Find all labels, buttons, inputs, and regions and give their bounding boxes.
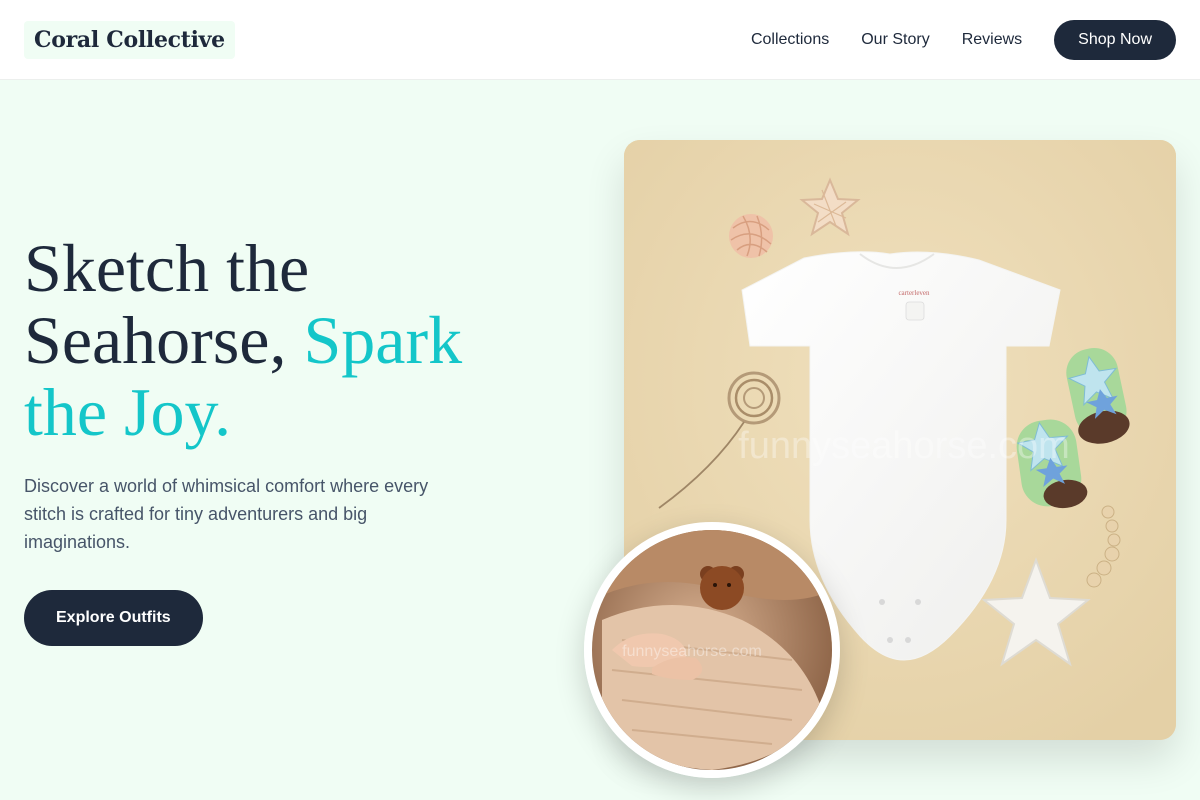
baby-lifestyle-illustration: funnyseahorse.com <box>592 530 832 770</box>
nav-link-our-story[interactable]: Our Story <box>861 31 929 49</box>
brand-logo[interactable]: Coral Collective <box>24 20 235 59</box>
hero-subtext: Discover a world of whimsical comfort wh… <box>24 476 429 552</box>
headline-text: Sketch the Seahorse, <box>24 230 310 378</box>
bear-patch <box>700 566 744 610</box>
nav-link-reviews[interactable]: Reviews <box>962 31 1022 49</box>
navbar: Coral Collective Collections Our Story R… <box>0 0 1200 80</box>
shop-now-button[interactable]: Shop Now <box>1054 19 1176 60</box>
lifestyle-photo: funnyseahorse.com <box>584 522 840 778</box>
rattan-ball <box>729 214 773 258</box>
product-watermark: funnyseahorse.com <box>738 425 1070 467</box>
onesie-label: carterleven <box>898 289 930 297</box>
lifestyle-watermark: funnyseahorse.com <box>622 643 762 660</box>
hero-section: Sketch the Seahorse, Spark the Joy. Disc… <box>24 232 524 556</box>
explore-outfits-button[interactable]: Explore Outfits <box>24 590 203 646</box>
nav-menu: Collections Our Story Reviews Shop Now <box>751 19 1176 60</box>
hero-headline: Sketch the Seahorse, Spark the Joy. <box>24 232 524 448</box>
nav-link-collections[interactable]: Collections <box>751 31 829 49</box>
